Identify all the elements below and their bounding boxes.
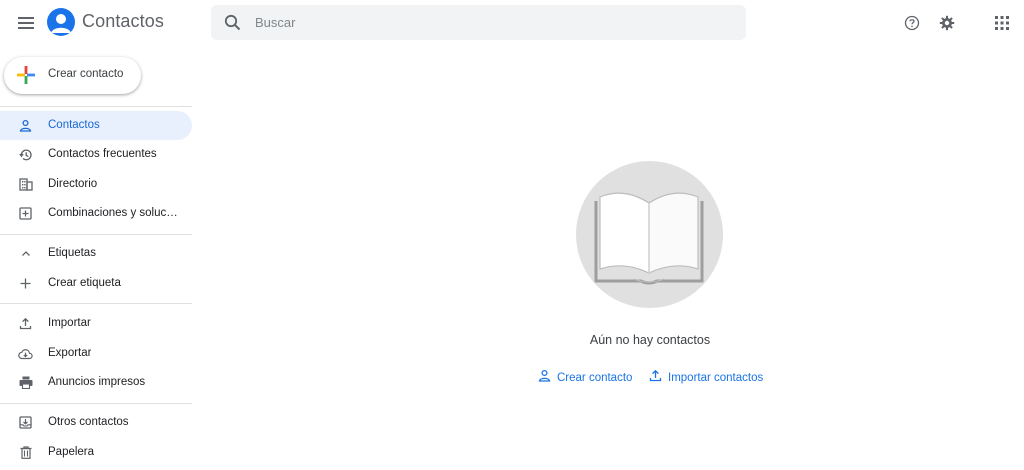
history-icon [18,147,33,162]
person-outline-icon [538,369,551,387]
sidebar-divider [0,106,192,107]
sidebar-divider [0,303,192,304]
sidebar-divider [0,403,192,404]
sidebar-item-import[interactable]: Importar [0,309,192,338]
inbox-icon [18,415,33,430]
sidebar-item-label: Otros contactos [48,416,129,428]
sidebar-item-label: Combinaciones y solucionar problemas [48,207,178,219]
empty-state-message: Aún no hay contactos [589,333,711,347]
sidebar-item-label: Importar [48,317,91,329]
sidebar-item-print[interactable]: Anuncios impresos [0,368,192,397]
sidebar-item-frequent[interactable]: Contactos frecuentes [0,140,192,169]
add-box-icon [18,206,33,221]
import-contacts-link-label: Importar contactos [668,372,764,384]
app-header: Contactos [0,0,1024,46]
empty-create-contact-link[interactable]: Crear contacto [538,369,632,387]
contacts-logo-icon [47,8,75,36]
sidebar-item-directory[interactable]: Directorio [0,170,192,199]
upload-icon [649,369,662,387]
sidebar-item-merge-fix[interactable]: Combinaciones y solucionar problemas [0,199,192,228]
open-book-icon [594,192,704,285]
sidebar-item-label: Contactos [48,119,100,131]
sidebar-item-label: Directorio [48,178,98,190]
person-icon [18,118,33,133]
trash-icon [18,445,33,460]
building-icon [18,177,33,192]
cloud-download-icon [18,346,33,361]
empty-import-contacts-link[interactable]: Importar contactos [649,369,763,387]
apps-grid-icon[interactable] [991,12,1013,34]
sidebar-item-label: Papelera [48,446,95,458]
sidebar-item-label: Crear etiqueta [48,277,121,289]
settings-icon[interactable] [936,12,958,34]
create-contact-label: Crear contacto [48,68,124,80]
sidebar-item-label: Exportar [48,347,92,359]
app-title: Contactos [82,11,164,31]
help-icon[interactable] [901,12,923,34]
chevron-up-icon [18,246,33,261]
plus-icon [16,65,36,85]
menu-icon[interactable] [12,10,40,36]
labels-section-title: Etiquetas [48,247,96,259]
create-contact-button[interactable]: Crear contacto [4,57,141,94]
print-icon [18,375,33,390]
create-contact-link-label: Crear contacto [557,372,633,384]
search-icon[interactable] [223,13,243,33]
empty-state-illustration [576,161,723,308]
sidebar-item-trash[interactable]: Papelera [0,438,192,467]
sidebar-item-label: Anuncios impresos [48,376,146,388]
create-label-button[interactable]: Crear etiqueta [0,269,192,298]
search-bar[interactable] [211,5,746,40]
sidebar-divider [0,234,192,235]
search-input[interactable] [255,5,725,40]
sidebar-item-label: Contactos frecuentes [48,148,157,160]
sidebar-item-other-contacts[interactable]: Otros contactos [0,408,192,437]
sidebar-item-contacts[interactable]: Contactos [0,111,192,140]
upload-icon [18,316,33,331]
labels-section-toggle[interactable]: Etiquetas [0,239,192,268]
sidebar-item-export[interactable]: Exportar [0,339,192,368]
plus-icon [18,276,33,291]
